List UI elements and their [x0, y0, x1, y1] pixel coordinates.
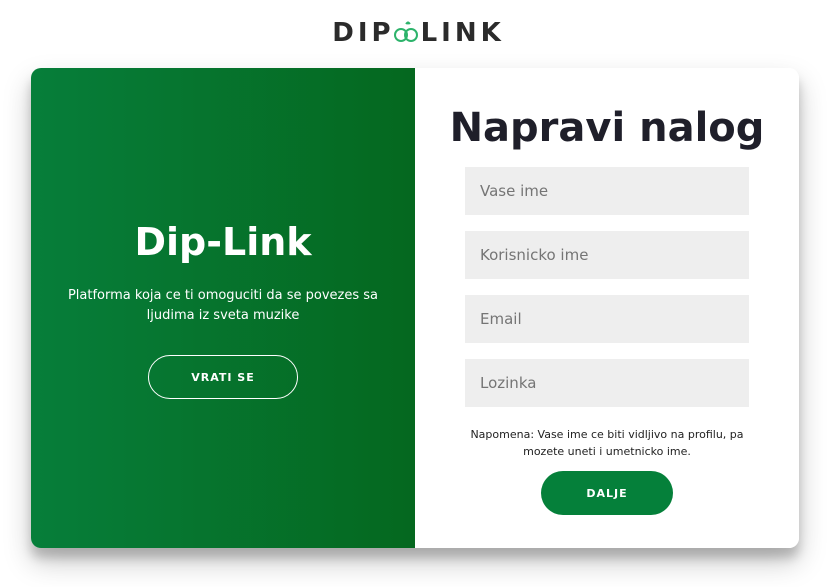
name-visibility-note: Napomena: Vase ime ce biti vidljivo na p… [470, 428, 744, 458]
link-chain-icon [392, 19, 420, 45]
welcome-description: Platforma koja ce ti omoguciti da se pov… [67, 288, 379, 323]
logo-text-right: LINK [420, 18, 505, 48]
name-field[interactable] [465, 167, 749, 215]
welcome-title: Dip-Link [134, 220, 312, 264]
username-field[interactable] [465, 231, 749, 279]
back-button[interactable]: VRATI SE [148, 355, 298, 399]
welcome-panel: Dip-Link Platforma koja ce ti omoguciti … [31, 68, 415, 548]
form-title: Napravi nalog [449, 105, 765, 151]
logo-text-left: DIP [332, 18, 395, 48]
app-logo: DIP LINK [0, 18, 837, 48]
next-button[interactable]: DALJE [541, 471, 673, 515]
signup-form-panel: Napravi nalog Napomena: Vase ime ce biti… [415, 68, 799, 548]
password-field[interactable] [465, 359, 749, 407]
email-field[interactable] [465, 295, 749, 343]
signup-card: Dip-Link Platforma koja ce ti omoguciti … [31, 68, 799, 548]
